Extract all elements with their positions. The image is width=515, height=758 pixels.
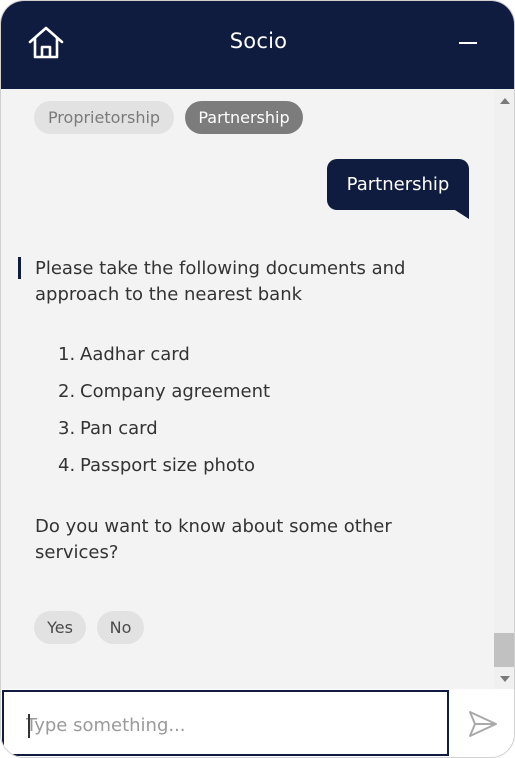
document-label: Pan card xyxy=(80,418,158,439)
message-input-box[interactable] xyxy=(2,690,449,756)
bot-question-line-2: services? xyxy=(35,542,119,563)
chat-header: Socio xyxy=(1,1,514,89)
document-number: 2. xyxy=(58,381,76,402)
option-proprietorship[interactable]: Proprietorship xyxy=(34,101,174,134)
user-message-bubble: Partnership xyxy=(327,159,469,210)
chat-title: Socio xyxy=(229,29,288,53)
scroll-down-arrow-icon[interactable] xyxy=(500,676,510,682)
document-label: Passport size photo xyxy=(80,455,255,476)
minimize-icon xyxy=(459,42,477,44)
document-number: 3. xyxy=(58,418,76,439)
text-caret xyxy=(28,714,30,738)
bot-message-indicator xyxy=(18,257,21,279)
document-number: 1. xyxy=(58,344,76,365)
bot-intro-line-1: Please take the following documents and xyxy=(35,258,406,279)
send-icon xyxy=(469,711,497,737)
scroll-up-arrow-icon[interactable] xyxy=(500,98,510,104)
option-no[interactable]: No xyxy=(97,611,144,644)
document-item: 3. Pan card xyxy=(58,416,158,442)
document-label: Aadhar card xyxy=(80,344,190,365)
send-button[interactable] xyxy=(467,709,499,739)
document-number: 4. xyxy=(58,455,76,476)
document-item: 2. Company agreement xyxy=(58,379,270,405)
scrollbar-track[interactable] xyxy=(494,89,514,689)
document-item: 1. Aadhar card xyxy=(58,342,190,368)
bubble-tail xyxy=(455,210,469,219)
chat-widget: Socio Proprietorship Partnership Partner… xyxy=(0,0,515,758)
minimize-button[interactable] xyxy=(456,31,484,55)
scrollbar-thumb[interactable] xyxy=(494,633,514,667)
bot-question-line-1: Do you want to know about some other xyxy=(35,516,392,537)
bot-intro-line-2: approach to the nearest bank xyxy=(35,284,303,305)
document-label: Company agreement xyxy=(80,381,271,402)
composer xyxy=(1,689,514,757)
document-item: 4. Passport size photo xyxy=(58,453,255,479)
option-yes[interactable]: Yes xyxy=(34,611,86,644)
option-partnership[interactable]: Partnership xyxy=(185,101,303,134)
message-area: Proprietorship Partnership Partnership P… xyxy=(1,89,494,689)
message-input[interactable] xyxy=(24,710,424,740)
